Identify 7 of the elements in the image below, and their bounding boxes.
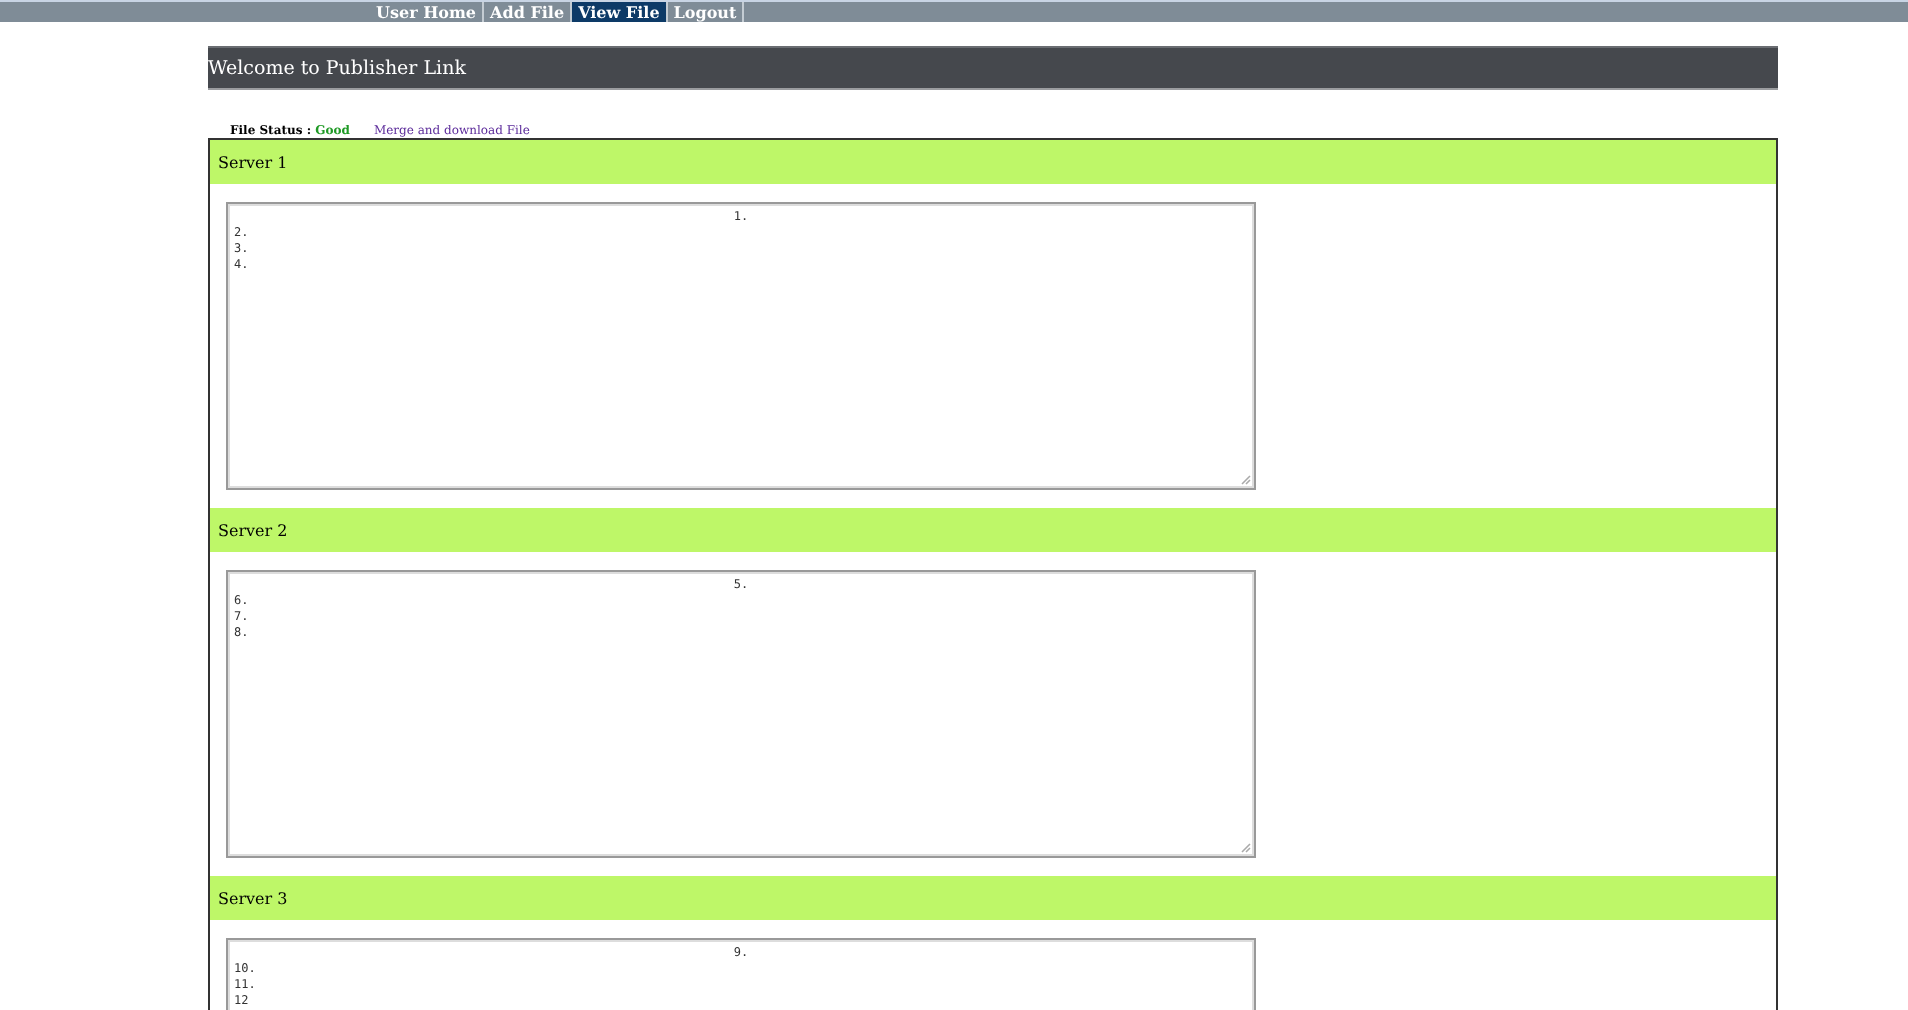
server-heading: Server 2 bbox=[210, 508, 1776, 552]
resize-grip-icon[interactable] bbox=[1240, 842, 1252, 854]
welcome-header: Welcome to Publisher Link bbox=[208, 46, 1778, 90]
resize-grip-icon[interactable] bbox=[1240, 474, 1252, 486]
server-heading: Server 3 bbox=[210, 876, 1776, 920]
server-heading: Server 1 bbox=[210, 140, 1776, 184]
nav-tab[interactable]: View File bbox=[572, 2, 668, 22]
